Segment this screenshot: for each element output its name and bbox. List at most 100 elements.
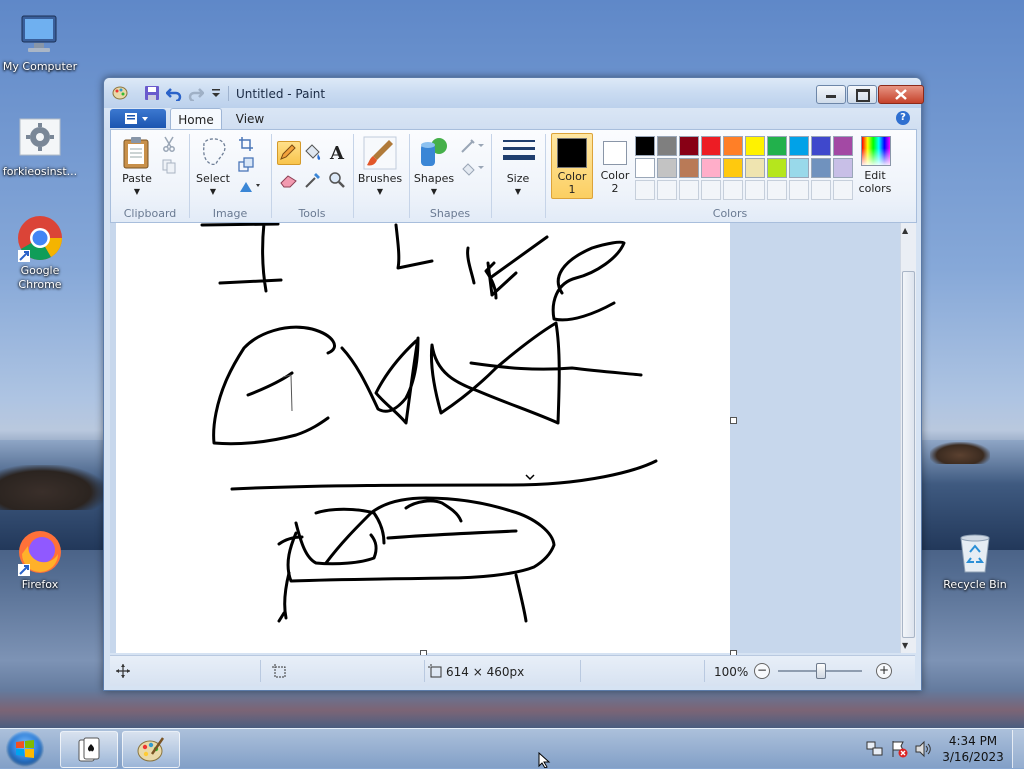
desktop-icon-my-computer[interactable]: My Computer [0,10,80,74]
line-size-icon [503,140,535,160]
brushes-button[interactable]: Brushes ▼ [357,136,403,196]
canvas-size-icon [428,664,442,678]
eraser-tool[interactable] [279,170,299,190]
cut-icon[interactable] [161,136,181,156]
rotate-icon[interactable] [238,178,260,198]
fill-tool[interactable] [303,142,323,162]
taskbar-solitaire[interactable] [60,731,118,768]
palette-swatch[interactable] [767,180,787,200]
network-icon[interactable] [866,740,884,758]
palette-swatch[interactable] [701,158,721,178]
palette-swatch[interactable] [833,136,853,156]
palette-swatch[interactable] [833,180,853,200]
canvas-resize-handle-right[interactable] [730,417,737,424]
paint-menu-button[interactable] [110,109,166,128]
pencil-tool[interactable] [277,141,301,165]
palette-swatch[interactable] [679,158,699,178]
maximize-button[interactable] [847,85,877,104]
group-separator [189,134,190,218]
scroll-down-icon[interactable]: ▼ [902,641,908,650]
desktop-icon-firefox[interactable]: Firefox [0,528,80,592]
copy-icon[interactable] [161,158,181,178]
desktop-icon-chrome[interactable]: Google Chrome [0,214,80,292]
zoom-in-button[interactable]: + [876,663,892,679]
size-button[interactable]: Size ▼ [495,136,541,196]
palette-swatch[interactable] [679,180,699,200]
help-button[interactable]: ? [896,111,910,125]
scrollbar-thumb[interactable] [902,271,915,638]
outline-icon[interactable] [460,138,484,158]
palette-swatch[interactable] [657,136,677,156]
crop-icon[interactable] [238,136,258,156]
color1-button[interactable]: Color 1 [551,133,593,199]
palette-swatch[interactable] [723,180,743,200]
close-button[interactable] [878,85,924,104]
palette-swatch[interactable] [635,158,655,178]
desktop-icon-recycle-bin[interactable]: Recycle Bin [935,528,1015,592]
drawing-canvas[interactable] [116,221,730,653]
palette-swatch[interactable] [635,136,655,156]
tab-view[interactable]: View [228,108,272,130]
select-button[interactable]: Select ▼ [195,136,231,196]
show-desktop-button[interactable] [1012,730,1024,768]
color-picker-tool[interactable] [303,170,323,190]
shapes-icon [421,138,447,166]
palette-swatch[interactable] [745,180,765,200]
shapes-button[interactable]: Shapes ▼ [411,136,457,196]
ribbon-tab-row [104,108,921,130]
palette-swatch[interactable] [657,180,677,200]
palette-swatch[interactable] [767,136,787,156]
minimize-button[interactable] [816,85,846,104]
wallpaper-rocks-left [0,465,105,510]
edit-colors-button[interactable]: Edit colors [853,134,897,198]
quick-access-dropdown-icon[interactable] [208,85,224,101]
palette-swatch[interactable] [723,158,743,178]
paint-app-icon[interactable] [112,85,128,101]
zoom-out-button[interactable]: − [754,663,770,679]
color1-label-line2: 1 [568,183,576,196]
palette-swatch[interactable] [789,180,809,200]
palette-swatch[interactable] [767,158,787,178]
text-tool[interactable]: A [327,142,347,164]
clipboard-icon [123,137,149,169]
shape-fill-icon[interactable] [460,160,484,180]
palette-swatch[interactable] [789,158,809,178]
taskbar-paint[interactable] [122,731,180,768]
save-icon[interactable] [144,85,160,101]
palette-swatch[interactable] [745,136,765,156]
palette-swatch[interactable] [657,158,677,178]
paint-window[interactable]: Untitled - Paint Home View ? Paste ▼ Cli… [103,77,924,691]
palette-swatch[interactable] [811,158,831,178]
palette-swatch[interactable] [811,180,831,200]
scroll-up-icon[interactable]: ▲ [902,226,908,235]
palette-swatch[interactable] [833,158,853,178]
paste-button[interactable]: Paste ▼ [119,136,155,196]
chrome-icon [16,214,64,262]
desktop-icon-label: forkieosinst... [2,165,78,178]
zoom-slider-thumb[interactable] [816,663,826,679]
color2-button[interactable]: Color 2 [595,133,635,197]
magnifier-tool[interactable] [327,170,347,190]
taskbar-clock[interactable]: 4:34 PM 3/16/2023 [938,733,1008,765]
desktop-icon-installer[interactable]: forkieosinst... [0,115,80,179]
redo-icon[interactable] [188,85,205,103]
undo-icon[interactable] [165,85,182,103]
size-label: Size [506,172,530,185]
title-bar[interactable]: Untitled - Paint [104,78,924,108]
palette-swatch[interactable] [789,136,809,156]
palette-swatch[interactable] [679,136,699,156]
resize-icon[interactable] [238,157,258,177]
palette-swatch[interactable] [701,180,721,200]
palette-swatch[interactable] [701,136,721,156]
palette-swatch[interactable] [811,136,831,156]
eraser-icon [280,175,297,188]
action-center-icon[interactable] [890,740,908,758]
tab-home[interactable]: Home [170,108,222,131]
group-separator [545,134,546,218]
palette-swatch[interactable] [723,136,743,156]
volume-icon[interactable] [914,740,932,758]
palette-swatch[interactable] [635,180,655,200]
palette-swatch[interactable] [745,158,765,178]
start-button[interactable] [6,731,44,767]
paste-dropdown-icon: ▼ [133,187,141,196]
